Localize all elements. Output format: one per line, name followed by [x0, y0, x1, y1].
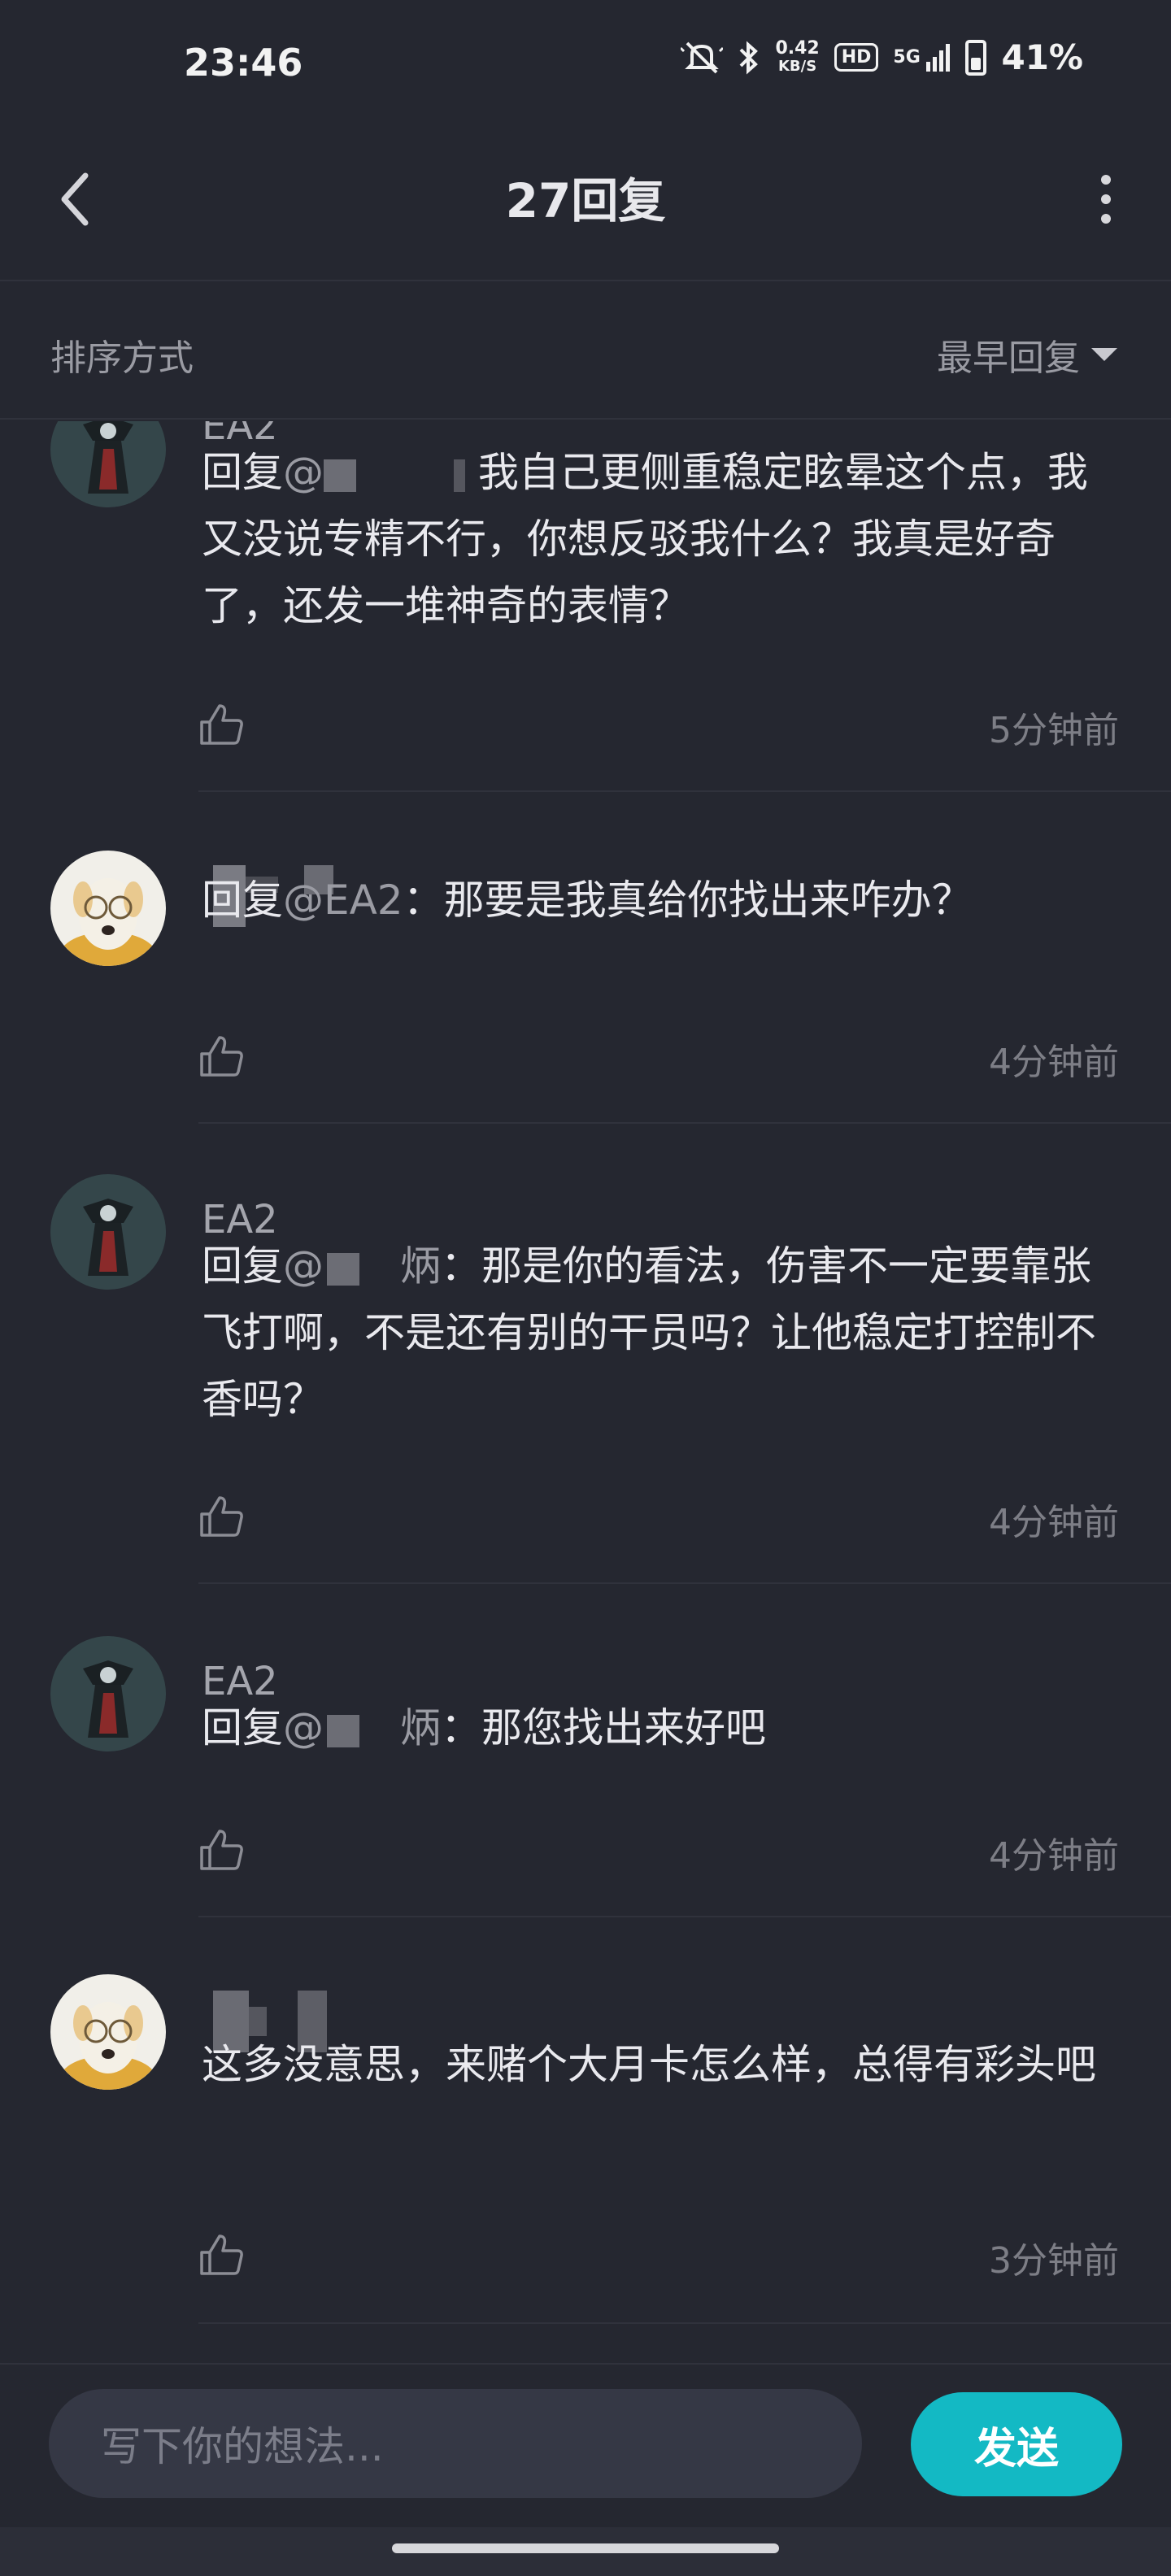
reply-prefix: 回复	[202, 1704, 283, 1751]
more-options-button[interactable]	[1073, 163, 1138, 236]
reply-content: ：那要是我真给你找出来咋办？	[403, 877, 973, 924]
reply-composer: 写下你的想法... 发送	[0, 2363, 1171, 2527]
avatar[interactable]	[50, 1636, 166, 1751]
hd-badge: HD	[834, 43, 879, 72]
redacted-username	[327, 1252, 359, 1286]
sort-selected-value: 最早回复	[937, 337, 1080, 379]
thumbs-up-icon[interactable]	[198, 1033, 246, 1080]
network-speed: 0.42 KB/S	[775, 37, 820, 76]
reply-item: EA2 回复@ 炳：那是你的看法，伤害不一定要靠张飞打啊，不是还有别的干员吗？让他…	[0, 1125, 1171, 1589]
page-title: 27回复	[505, 173, 666, 228]
reply-text: 回复@ 炳：那您找出来好吧	[202, 1695, 1121, 1761]
mute-bell-icon	[681, 41, 724, 73]
reply-content: ：那您找出来好吧	[441, 1704, 766, 1751]
thumbs-up-icon[interactable]	[198, 701, 246, 748]
reply-time: 4分钟前	[989, 1042, 1119, 1083]
reply-text: 回复@ 炳：那是你的看法，伤害不一定要靠张飞打啊，不是还有别的干员吗？让他稳定打控…	[202, 1233, 1121, 1433]
mention-link[interactable]: @	[283, 449, 324, 496]
reply-text: 这多没意思，来赌个大月卡怎么样，总得有彩头吧	[202, 2031, 1121, 2098]
battery-icon	[965, 39, 987, 76]
status-bar: 23:46 0.42 KB/S HD 5G 41%	[0, 0, 1171, 130]
signal-bars-icon	[926, 43, 951, 72]
mention-link[interactable]: @EA2	[283, 877, 403, 924]
thumbs-up-icon[interactable]	[198, 1493, 246, 1540]
mention-link[interactable]: @	[283, 1704, 324, 1751]
signal-label: 5G	[893, 46, 921, 67]
more-dot-icon	[1101, 194, 1111, 204]
mention-tail: 炳	[400, 1242, 441, 1290]
avatar-knight-image	[50, 1174, 166, 1290]
avatar[interactable]	[50, 851, 166, 966]
network-speed-unit: KB/S	[777, 57, 817, 75]
more-dot-icon	[1101, 214, 1111, 224]
divider	[198, 1916, 1171, 1917]
reply-content: 这多没意思，来赌个大月卡怎么样，总得有彩头吧	[202, 2041, 1096, 2088]
mention-tail: 炳	[400, 1704, 441, 1751]
bluetooth-icon	[740, 41, 759, 74]
reply-time: 3分钟前	[989, 2240, 1119, 2282]
status-icons: 0.42 KB/S HD 5G 41%	[681, 37, 1083, 77]
thumbs-up-icon[interactable]	[198, 1826, 246, 1873]
reply-prefix: 回复	[202, 449, 283, 496]
top-bar: 27回复	[0, 130, 1171, 281]
reply-item: EA2 回复@ 炳：那您找出来好吧 4分钟前	[0, 1589, 1171, 1921]
avatar-knight-image	[50, 421, 166, 507]
thumbs-up-icon[interactable]	[198, 2231, 246, 2278]
reply-item: EA2 回复@ 我自己更侧重稳定眩晕这个点，我又没说专精不行，你想反驳我什么？我…	[0, 421, 1171, 794]
reply-time: 4分钟前	[989, 1835, 1119, 1877]
avatar-knight-image	[50, 1636, 166, 1751]
sort-dropdown[interactable]: 最早回复	[937, 329, 1117, 381]
status-time: 23:46	[184, 41, 303, 85]
redacted-username	[327, 1714, 359, 1747]
redacted-username	[454, 459, 465, 492]
reply-time: 5分钟前	[989, 710, 1119, 751]
more-dot-icon	[1101, 175, 1111, 185]
signal-indicator: 5G	[893, 43, 951, 72]
divider	[198, 2322, 1171, 2324]
divider	[198, 1122, 1171, 1124]
reply-prefix: 回复	[202, 877, 283, 924]
avatar-dog-image	[50, 851, 166, 966]
reply-list[interactable]: EA2 回复@ 我自己更侧重稳定眩晕这个点，我又没说专精不行，你想反驳我什么？我…	[0, 421, 1171, 2363]
reply-time: 4分钟前	[989, 1502, 1119, 1543]
sort-label: 排序方式	[50, 337, 194, 379]
reply-text: 回复@EA2：那要是我真给你找出来咋办？	[202, 867, 1121, 933]
network-speed-value: 0.42	[775, 37, 820, 59]
mention-link[interactable]: @	[283, 1242, 324, 1290]
avatar[interactable]	[50, 1174, 166, 1290]
reply-item: 回复@EA2：那要是我真给你找出来咋办？ 4分钟前	[0, 792, 1171, 1125]
reply-text: 回复@ 我自己更侧重稳定眩晕这个点，我又没说专精不行，你想反驳我什么？我真是好奇…	[202, 439, 1121, 639]
redacted-username	[324, 459, 356, 492]
comment-input[interactable]: 写下你的想法...	[49, 2389, 862, 2498]
divider	[198, 1582, 1171, 1584]
caret-down-icon	[1091, 348, 1117, 361]
avatar[interactable]	[50, 1974, 166, 2090]
reply-item: 这多没意思，来赌个大月卡怎么样，总得有彩头吧 3分钟前	[0, 1921, 1171, 2327]
home-indicator[interactable]	[392, 2543, 779, 2553]
reply-prefix: 回复	[202, 1242, 283, 1290]
avatar[interactable]	[50, 421, 166, 507]
send-button[interactable]: 发送	[911, 2392, 1122, 2496]
sort-bar: 排序方式 最早回复	[0, 283, 1171, 420]
avatar-dog-image	[50, 1974, 166, 2090]
battery-percent: 41%	[1001, 37, 1083, 77]
